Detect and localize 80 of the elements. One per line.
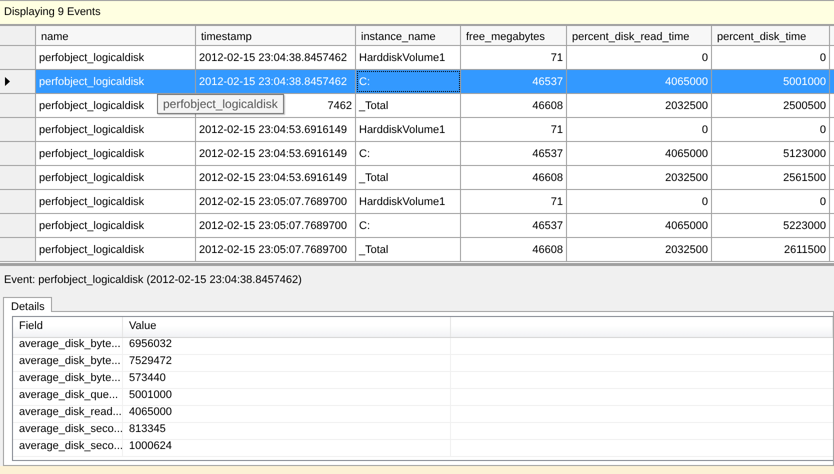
field-cell: average_disk_byte... <box>13 338 123 354</box>
table-cell: _Total <box>356 94 461 117</box>
table-cell: 4065000 <box>567 214 712 237</box>
table-cell: 2032500 <box>567 94 712 117</box>
table-cell: C: <box>356 214 461 237</box>
table-cell: 0 <box>712 46 830 69</box>
column-header[interactable]: percent_disk_time <box>712 26 830 45</box>
table-cell: perfobject_logicaldisk <box>36 190 196 213</box>
field-cell: average_disk_seco... <box>13 423 123 439</box>
tab[interactable]: Details <box>3 297 52 312</box>
table-cell: HarddiskVolume1 <box>356 118 461 141</box>
column-header[interactable]: timestamp <box>196 26 356 45</box>
table-cell: 2012-02-15 23:05:07.7689700 <box>196 190 356 213</box>
table-cell: 46608 <box>461 166 567 189</box>
table-cell: 0 <box>712 118 830 141</box>
table-cell: perfobject_logicaldisk <box>36 142 196 165</box>
value-cell: 5001000 <box>123 389 451 405</box>
table-cell: 2012-02-15 23:05:07.7689700 <box>196 238 356 261</box>
event-label: Event: perfobject_logicaldisk (2012-02-15 23:04:38.8457462) <box>4 274 302 286</box>
table-cell: HarddiskVolume1 <box>356 190 461 213</box>
value-cell: 6956032 <box>123 338 451 354</box>
value-cell: 4065000 <box>123 406 451 422</box>
table-cell: perfobject_logicaldisk <box>36 70 196 93</box>
column-header[interactable]: Value <box>123 317 451 337</box>
table-cell: HarddiskVolume1 <box>356 46 461 69</box>
value-cell: 1000624 <box>123 440 451 456</box>
table-cell: 71 <box>461 118 567 141</box>
table-cell: 5123000 <box>712 142 830 165</box>
row-header[interactable] <box>0 70 36 93</box>
table-cell: 2611500 <box>712 238 830 261</box>
table-cell: 0 <box>567 190 712 213</box>
table-cell: 46537 <box>461 70 567 93</box>
field-cell: average_disk_read... <box>13 406 123 422</box>
table-cell: 2561500 <box>712 166 830 189</box>
field-cell: average_disk_byte... <box>13 372 123 388</box>
table-cell: perfobject_logicaldisk <box>36 238 196 261</box>
table-cell: 2032500 <box>567 238 712 261</box>
value-cell: 7529472 <box>123 355 451 371</box>
column-header[interactable]: name <box>36 26 196 45</box>
table-cell: 2032500 <box>567 166 712 189</box>
column-header[interactable]: percent_disk_read_time <box>567 26 712 45</box>
value-cell: 813345 <box>123 423 451 439</box>
field-cell: average_disk_que... <box>13 389 123 405</box>
table-cell: C: <box>356 142 461 165</box>
table-cell: 2012-02-15 23:04:53.6916149 <box>196 142 356 165</box>
column-header[interactable]: free_megabytes <box>461 26 567 45</box>
table-cell: 46537 <box>461 142 567 165</box>
table-cell: 5223000 <box>712 214 830 237</box>
table-cell: perfobject_logicaldisk <box>36 166 196 189</box>
tooltip: perfobject_logicaldisk <box>157 94 284 114</box>
current-row-icon <box>5 77 10 86</box>
table-cell: 4065000 <box>567 142 712 165</box>
value-cell: 573440 <box>123 372 451 388</box>
column-header[interactable]: instance_name <box>356 26 461 45</box>
table-cell: 46537 <box>461 214 567 237</box>
table-cell: 2500500 <box>712 94 830 117</box>
field-cell: average_disk_byte... <box>13 355 123 371</box>
table-cell: 71 <box>461 46 567 69</box>
table-cell: 2012-02-15 23:05:07.7689700 <box>196 214 356 237</box>
table-cell: 5001000 <box>712 70 830 93</box>
column-header[interactable]: Field <box>13 317 123 337</box>
field-cell: average_disk_seco... <box>13 440 123 456</box>
table-cell: _Total <box>356 166 461 189</box>
table-cell: _Total <box>356 238 461 261</box>
table-cell: perfobject_logicaldisk <box>36 214 196 237</box>
table-cell: 0 <box>567 46 712 69</box>
table-cell: 2012-02-15 23:04:38.8457462 <box>196 70 356 93</box>
table-cell: perfobject_logicaldisk <box>36 118 196 141</box>
event-count-label: Displaying 9 Events <box>3 5 102 18</box>
table-cell: 46608 <box>461 238 567 261</box>
table-cell: 4065000 <box>567 70 712 93</box>
table-cell: 0 <box>567 118 712 141</box>
table-cell: C: <box>356 70 461 93</box>
table-cell: 0 <box>712 190 830 213</box>
table-cell: 71 <box>461 190 567 213</box>
table-cell: 2012-02-15 23:04:53.6916149 <box>196 166 356 189</box>
table-cell: perfobject_logicaldisk <box>36 46 196 69</box>
table-cell: 2012-02-15 23:04:53.6916149 <box>196 118 356 141</box>
table-cell: 2012-02-15 23:04:38.8457462 <box>196 46 356 69</box>
table-cell: 46608 <box>461 94 567 117</box>
